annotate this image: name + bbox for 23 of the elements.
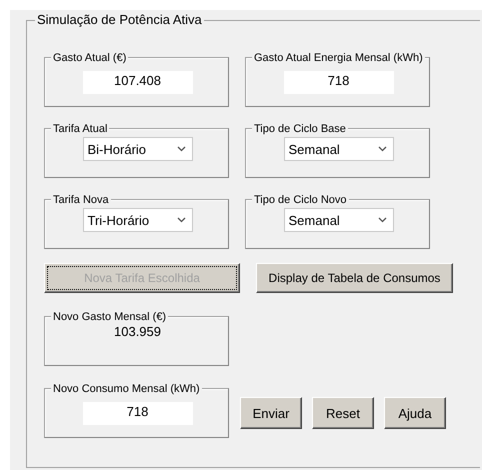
group-label: Gasto Atual (€)	[51, 50, 128, 66]
dropdown[interactable]: Semanal	[284, 208, 394, 232]
value-text: 103.959	[114, 323, 161, 341]
value-field[interactable]: 107.408	[82, 71, 192, 94]
chevron-down-icon	[378, 146, 386, 152]
chevron-down-icon	[176, 146, 186, 152]
chevron-down-icon	[378, 217, 386, 223]
value-field[interactable]: 718	[82, 402, 192, 425]
action-button[interactable]: Ajuda	[384, 397, 446, 429]
dropdown[interactable]: Tri-Horário	[82, 208, 192, 232]
action-button[interactable]: Reset	[312, 397, 374, 429]
group-label: Novo Consumo Mensal (kWh)	[51, 381, 202, 397]
display-table-button[interactable]: Display de Tabela de Consumos	[256, 263, 453, 293]
chevron-down-icon	[176, 217, 186, 223]
group-label: Tipo de Ciclo Novo	[252, 192, 349, 208]
action-button[interactable]: Enviar	[240, 397, 302, 429]
group-label: Novo Gasto Mensal (€)	[51, 309, 168, 325]
group-label: Tipo de Ciclo Base	[252, 121, 348, 137]
dropdown[interactable]: Semanal	[284, 137, 394, 161]
dropdown[interactable]: Bi-Horário	[82, 137, 192, 161]
value-field[interactable]: 718	[284, 71, 394, 94]
group-label: Gasto Atual Energia Mensal (kWh)	[252, 50, 425, 66]
panel-title: Simulação de Potência Ativa	[35, 12, 204, 28]
